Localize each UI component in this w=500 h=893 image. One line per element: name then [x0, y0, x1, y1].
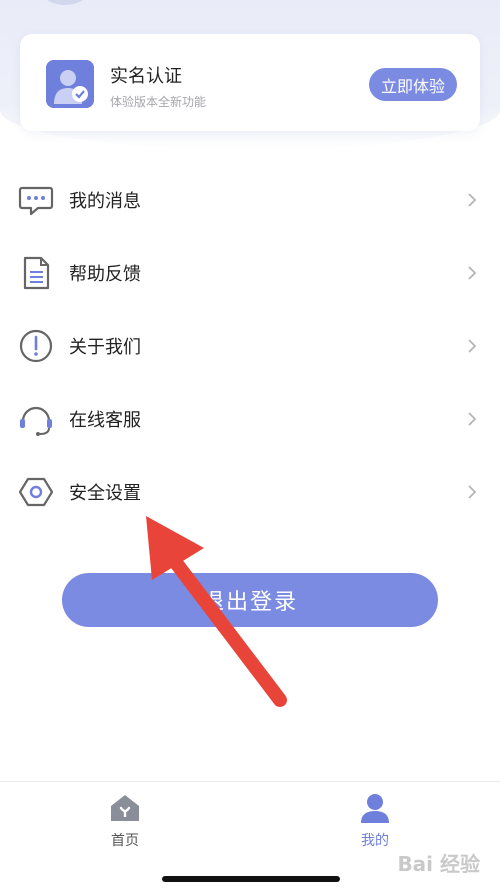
chevron-right-icon: [468, 266, 477, 280]
tab-label-home: 首页: [111, 833, 139, 849]
home-indicator: [162, 876, 340, 882]
card-title: 实名认证: [110, 66, 182, 87]
avatar[interactable]: [30, 0, 100, 5]
home-icon: [111, 795, 139, 821]
menu-label-about-us: 关于我们: [69, 336, 141, 358]
logout-button[interactable]: 退出登录: [62, 573, 438, 627]
settings-menu: 我的消息 帮助反馈 关于我们 在线客服 安全设置: [0, 163, 500, 528]
verification-card[interactable]: 实名认证 体验版本全新功能 立即体验: [20, 34, 480, 131]
menu-item-online-service[interactable]: 在线客服: [0, 382, 500, 455]
tab-home[interactable]: 首页: [85, 792, 165, 850]
document-icon: [17, 254, 55, 292]
id-verification-icon: [46, 60, 94, 108]
tab-label-mine: 我的: [361, 833, 389, 849]
menu-label-online-service: 在线客服: [69, 409, 141, 431]
chevron-right-icon: [468, 412, 477, 426]
menu-item-about-us[interactable]: 关于我们: [0, 309, 500, 382]
menu-label-help-feedback: 帮助反馈: [69, 263, 141, 285]
menu-item-help-feedback[interactable]: 帮助反馈: [0, 236, 500, 309]
menu-item-security-settings[interactable]: 安全设置: [0, 455, 500, 528]
menu-item-messages[interactable]: 我的消息: [0, 163, 500, 236]
menu-label-messages: 我的消息: [69, 190, 141, 212]
menu-label-security-settings: 安全设置: [69, 482, 141, 504]
info-icon: [17, 327, 55, 365]
tab-mine[interactable]: 我的: [335, 792, 415, 850]
hexagon-settings-icon: [17, 473, 55, 511]
chevron-right-icon: [468, 485, 477, 499]
user-icon: [361, 794, 389, 823]
chevron-right-icon: [468, 193, 477, 207]
headset-icon: [17, 400, 55, 438]
chevron-right-icon: [468, 339, 477, 353]
message-icon: [17, 181, 55, 219]
card-subtitle: 体验版本全新功能: [110, 95, 207, 109]
try-now-button[interactable]: 立即体验: [369, 68, 457, 101]
watermark: Bai 经验: [397, 852, 480, 876]
